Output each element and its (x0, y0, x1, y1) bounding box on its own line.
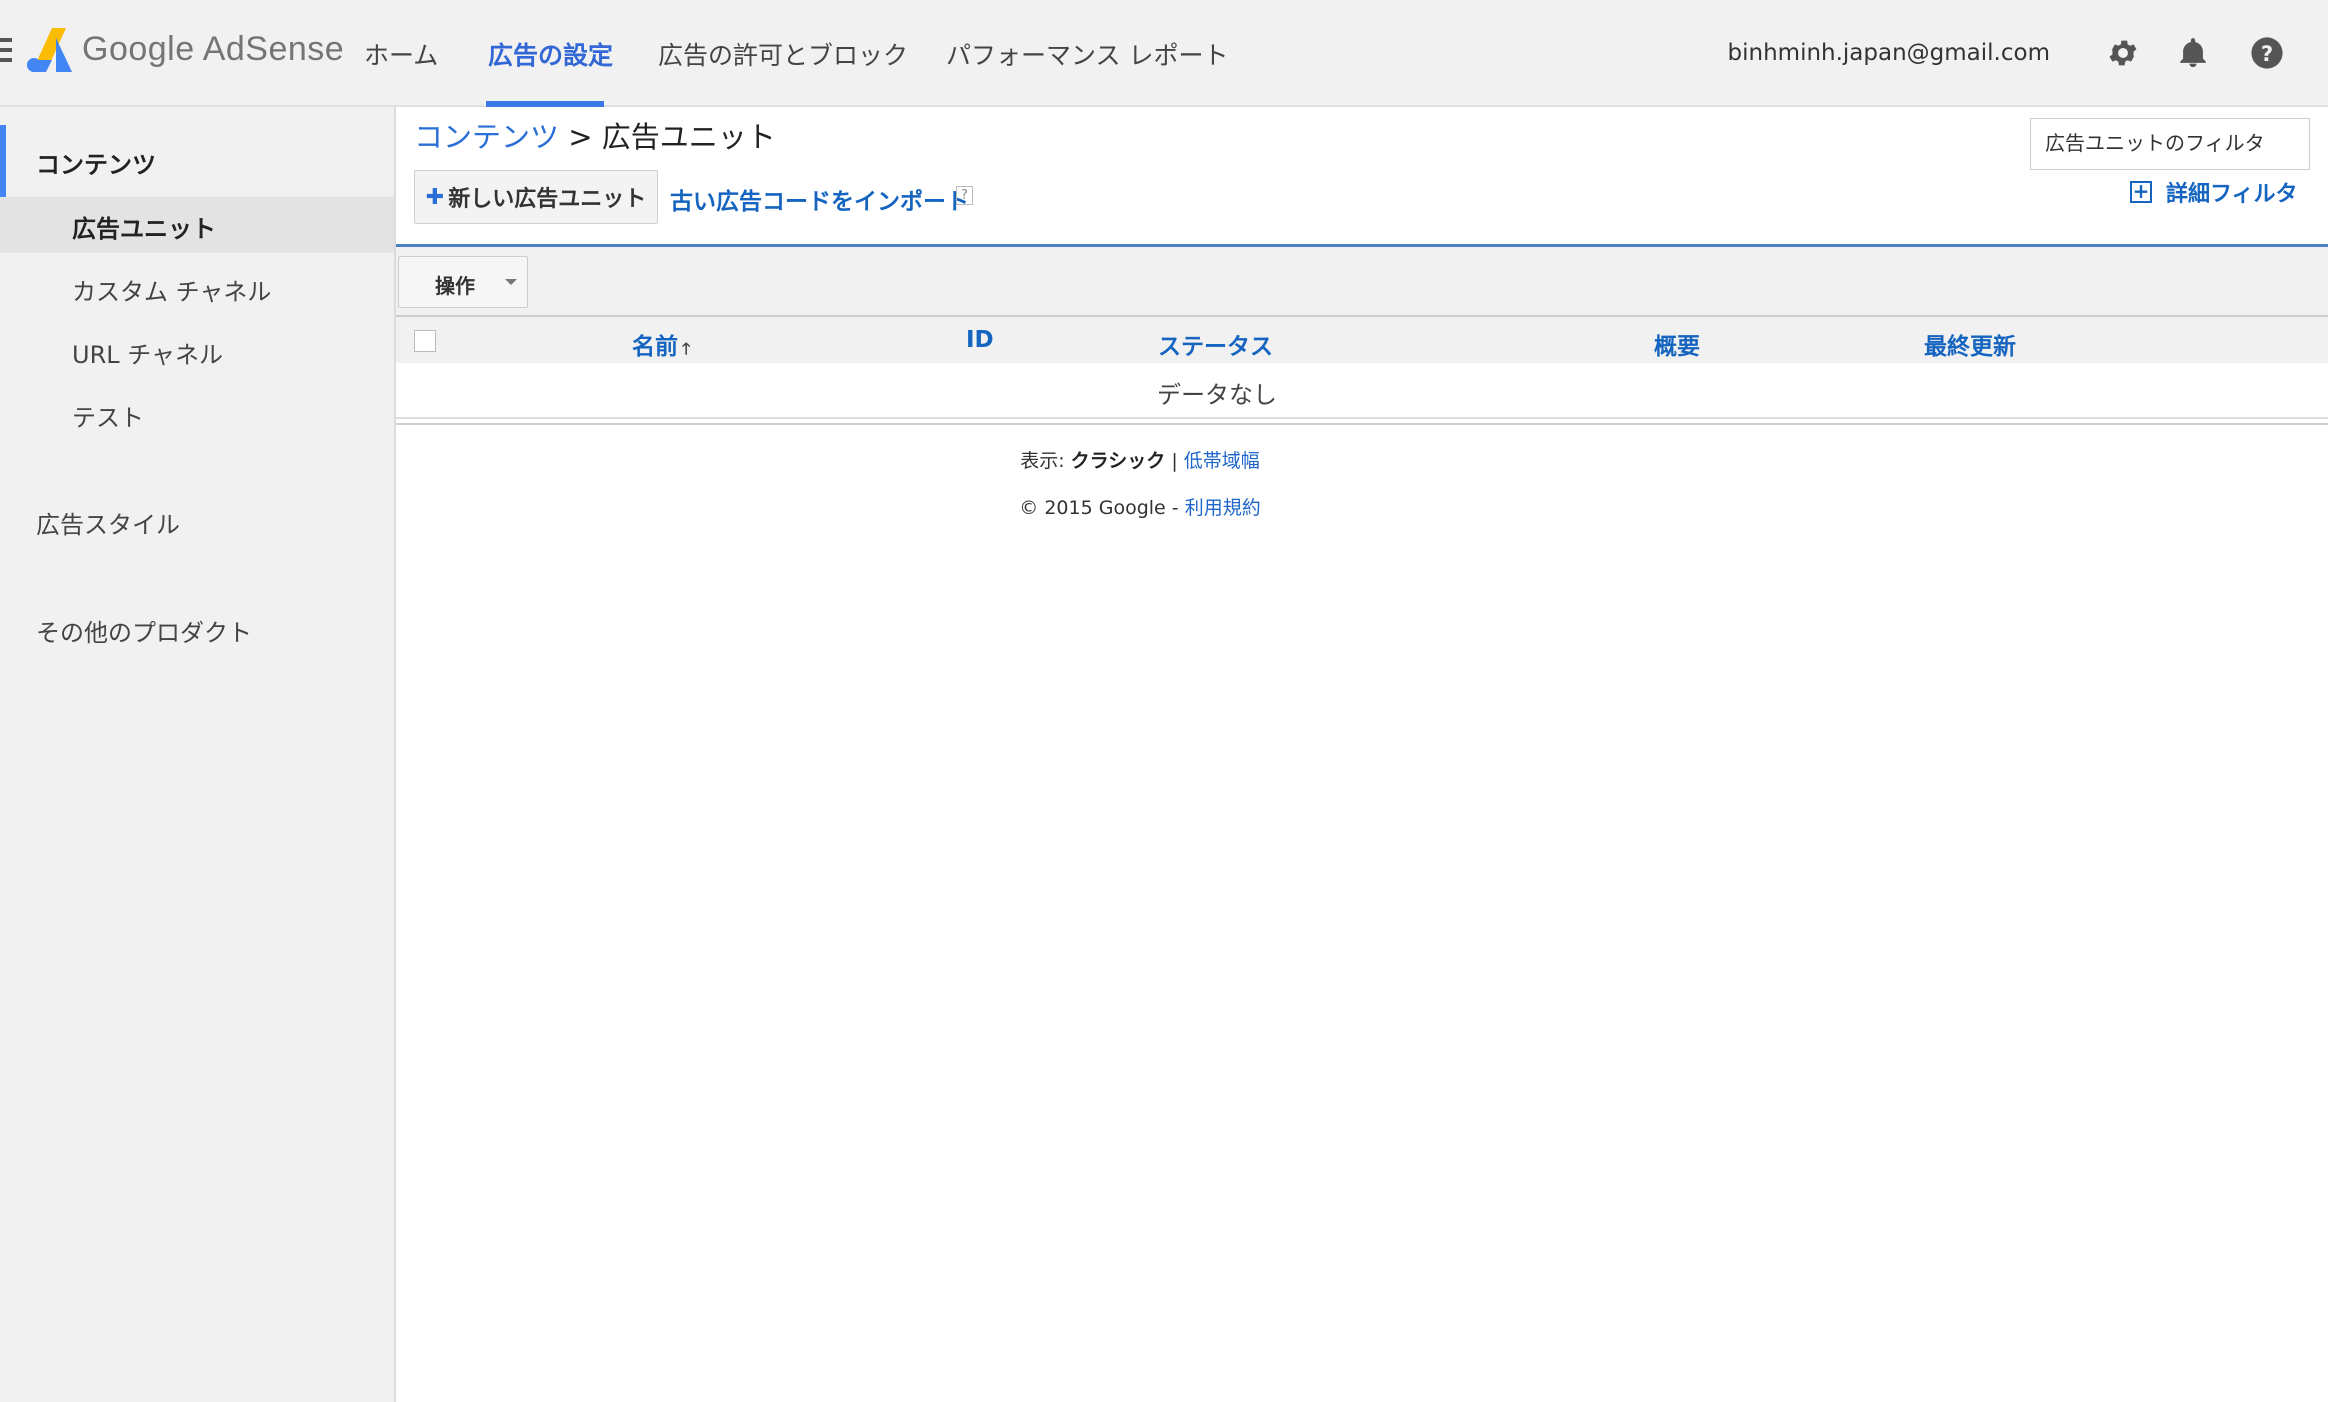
advanced-filter-label: 詳細フィルタ (2166, 182, 2298, 207)
column-header-status[interactable]: ステータス (1158, 327, 1273, 361)
column-header-last-updated[interactable]: 最終更新 (1924, 327, 2016, 361)
chevron-down-icon (505, 279, 517, 285)
sidebar-active-indicator (0, 125, 6, 197)
help-question-icon[interactable]: ? (956, 186, 973, 205)
sidebar-section-content[interactable]: コンテンツ (36, 145, 156, 180)
sidebar-section-ad-styles[interactable]: 広告スタイル (36, 505, 180, 540)
svg-text:?: ? (2261, 42, 2273, 67)
operations-label: 操作 (435, 274, 475, 298)
view-separator: | (1171, 450, 1178, 472)
gear-icon[interactable] (2106, 36, 2140, 70)
view-classic: クラシック (1070, 450, 1166, 472)
copyright-text: © 2015 Google - (1019, 497, 1179, 519)
column-name-label: 名前 (632, 334, 678, 360)
advanced-filter-link[interactable]: + 詳細フィルタ (2130, 176, 2298, 208)
sort-ascending-icon: 🡑 (682, 339, 691, 358)
table-header: 名前 🡑 ID ステータス 概要 最終更新 (396, 315, 2328, 363)
sidebar: コンテンツ 広告ユニット カスタム チャネル URL チャネル テスト 広告スタ… (0, 107, 396, 1402)
column-header-summary[interactable]: 概要 (1654, 327, 1700, 361)
select-all-checkbox[interactable] (414, 330, 436, 352)
nav-ad-settings[interactable]: 広告の設定 (488, 36, 613, 72)
top-bar: Google AdSense ホーム 広告の設定 広告の許可とブロック パフォー… (0, 0, 2328, 107)
breadcrumb-parent-link[interactable]: コンテンツ (414, 120, 559, 154)
terms-link[interactable]: 利用規約 (1185, 497, 1261, 519)
adsense-logo-icon[interactable] (26, 28, 72, 72)
operations-dropdown[interactable]: 操作 (398, 256, 528, 308)
menu-icon[interactable] (0, 38, 12, 62)
table-empty-row: データなし (396, 363, 2328, 419)
low-bandwidth-link[interactable]: 低帯域幅 (1184, 450, 1260, 472)
table-toolbar (396, 247, 2328, 315)
sidebar-item-url-channels[interactable]: URL チャネル (72, 335, 223, 370)
sidebar-section-other-products[interactable]: その他のプロダクト (36, 613, 252, 648)
nav-allow-block[interactable]: 広告の許可とブロック (658, 36, 908, 72)
table-bottom-divider (396, 423, 2328, 425)
nav-home[interactable]: ホーム (364, 36, 438, 72)
column-header-name[interactable]: 名前 🡑 (632, 327, 690, 365)
breadcrumb: コンテンツ > 広告ユニット (414, 114, 776, 156)
plus-box-icon: + (2130, 181, 2152, 203)
account-email[interactable]: binhminh.japan@gmail.com (1728, 40, 2050, 66)
import-old-code-link[interactable]: 古い広告コードをインポート (670, 182, 969, 216)
breadcrumb-separator: > (568, 120, 593, 154)
help-icon[interactable]: ? (2250, 36, 2284, 70)
logo-text[interactable]: Google AdSense (82, 30, 344, 69)
copyright-footer: © 2015 Google - 利用規約 (396, 493, 1884, 520)
view-mode-footer: 表示: クラシック | 低帯域幅 (396, 446, 1884, 473)
active-nav-indicator (486, 101, 604, 107)
sidebar-item-custom-channels[interactable]: カスタム チャネル (72, 272, 271, 307)
breadcrumb-current: 広告ユニット (601, 120, 776, 154)
sidebar-item-tests[interactable]: テスト (72, 398, 144, 433)
bell-icon[interactable] (2176, 36, 2210, 70)
ad-unit-filter-input[interactable] (2030, 118, 2310, 170)
view-prefix: 表示: (1020, 450, 1065, 472)
plus-icon: ✚ (425, 184, 445, 210)
new-ad-unit-label: 新しい広告ユニット (448, 187, 647, 212)
column-header-id[interactable]: ID (966, 327, 994, 353)
no-data-text: データなし (1157, 381, 1277, 409)
sidebar-item-ad-units[interactable]: 広告ユニット (72, 209, 216, 244)
nav-performance-reports[interactable]: パフォーマンス レポート (946, 36, 1228, 72)
new-ad-unit-button[interactable]: ✚ 新しい広告ユニット (414, 170, 658, 224)
